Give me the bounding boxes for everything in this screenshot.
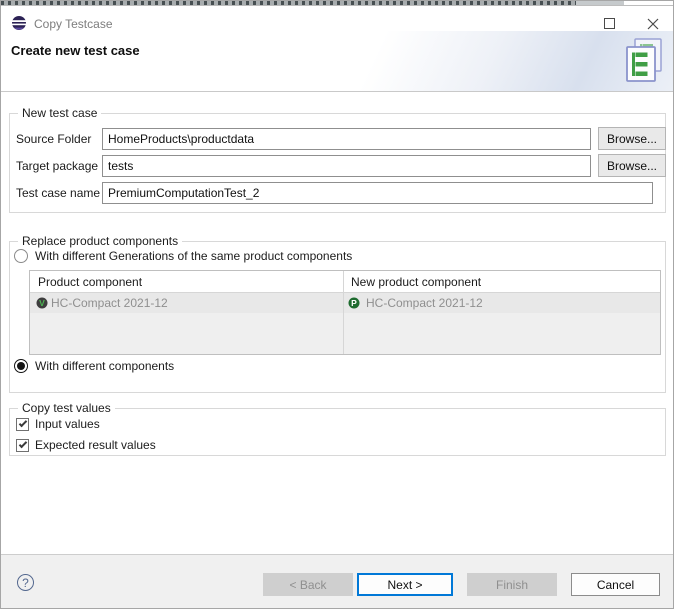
test-case-name-label: Test case name <box>16 186 101 200</box>
checkbox-expected-result-values-box[interactable] <box>16 438 29 452</box>
next-button[interactable]: Next > <box>357 573 453 596</box>
checkbox-expected-result-values-label: Expected result values <box>35 438 156 452</box>
titlebar[interactable]: Copy Testcase <box>1 5 673 31</box>
product-generation-icon: V <box>36 297 48 309</box>
back-button[interactable]: < Back <box>263 573 353 596</box>
test-case-name-input[interactable] <box>102 182 653 204</box>
group-copy-test-values-title: Copy test values <box>18 401 115 415</box>
testcase-copy-icon <box>626 38 662 82</box>
source-folder-label: Source Folder <box>16 132 92 146</box>
table-body: V HC-Compact 2021-12 P HC-Compact 2021-1… <box>30 293 660 354</box>
help-button[interactable]: ? <box>17 574 34 591</box>
radio-different-components-label: With different components <box>35 359 175 373</box>
checkbox-input-values-box[interactable] <box>16 417 29 431</box>
group-replace-product-components: Replace product components With differen… <box>9 234 666 393</box>
target-package-input[interactable] <box>102 155 591 177</box>
copy-testcase-dialog: Copy Testcase Create new test case New t… <box>0 0 674 609</box>
column-new-product-component: New product component <box>351 275 482 289</box>
component-mapping-table[interactable]: Product component New product component … <box>29 270 661 355</box>
radio-different-generations-label: With different Generations of the same p… <box>35 249 353 263</box>
table-column-divider <box>343 271 344 354</box>
radio-different-components-circle[interactable] <box>14 359 28 373</box>
column-product-component: Product component <box>38 275 143 289</box>
target-package-label: Target package <box>16 159 99 173</box>
checkbox-input-values-label: Input values <box>35 417 100 431</box>
maximize-icon <box>603 18 615 29</box>
radio-different-generations-circle[interactable] <box>14 249 28 263</box>
finish-button[interactable]: Finish <box>467 573 557 596</box>
group-new-test-case-title: New test case <box>18 106 102 120</box>
help-icon: ? <box>22 575 29 590</box>
radio-different-generations[interactable]: With different Generations of the same p… <box>14 249 352 263</box>
source-folder-input[interactable] <box>102 128 591 150</box>
cancel-button[interactable]: Cancel <box>571 573 660 596</box>
product-component-icon: P <box>348 297 360 309</box>
group-copy-test-values: Copy test values Input values Expected r… <box>9 401 666 456</box>
group-replace-title: Replace product components <box>18 234 183 248</box>
button-bar: ? < Back Next > Finish Cancel <box>1 554 673 608</box>
checkbox-input-values[interactable]: Input values <box>16 417 100 431</box>
wizard-banner: Create new test case <box>1 31 673 92</box>
checkbox-expected-result-values[interactable]: Expected result values <box>16 438 156 452</box>
check-icon <box>18 418 27 428</box>
check-icon <box>18 439 27 449</box>
eclipse-app-icon <box>12 16 26 30</box>
svg-text:P: P <box>351 298 357 308</box>
product-component-value: HC-Compact 2021-12 <box>51 296 168 310</box>
target-package-browse-button[interactable]: Browse... <box>598 154 666 177</box>
table-row[interactable]: V HC-Compact 2021-12 P HC-Compact 2021-1… <box>30 293 660 313</box>
svg-text:V: V <box>39 298 45 308</box>
group-new-test-case: New test case Source Folder Browse... Ta… <box>9 106 666 213</box>
window-title: Copy Testcase <box>34 17 113 31</box>
page-title: Create new test case <box>11 43 140 58</box>
radio-different-components[interactable]: With different components <box>14 359 174 373</box>
source-folder-browse-button[interactable]: Browse... <box>598 127 666 150</box>
new-product-component-value: HC-Compact 2021-12 <box>366 296 483 310</box>
close-icon <box>647 18 659 29</box>
table-header: Product component New product component <box>30 271 660 293</box>
